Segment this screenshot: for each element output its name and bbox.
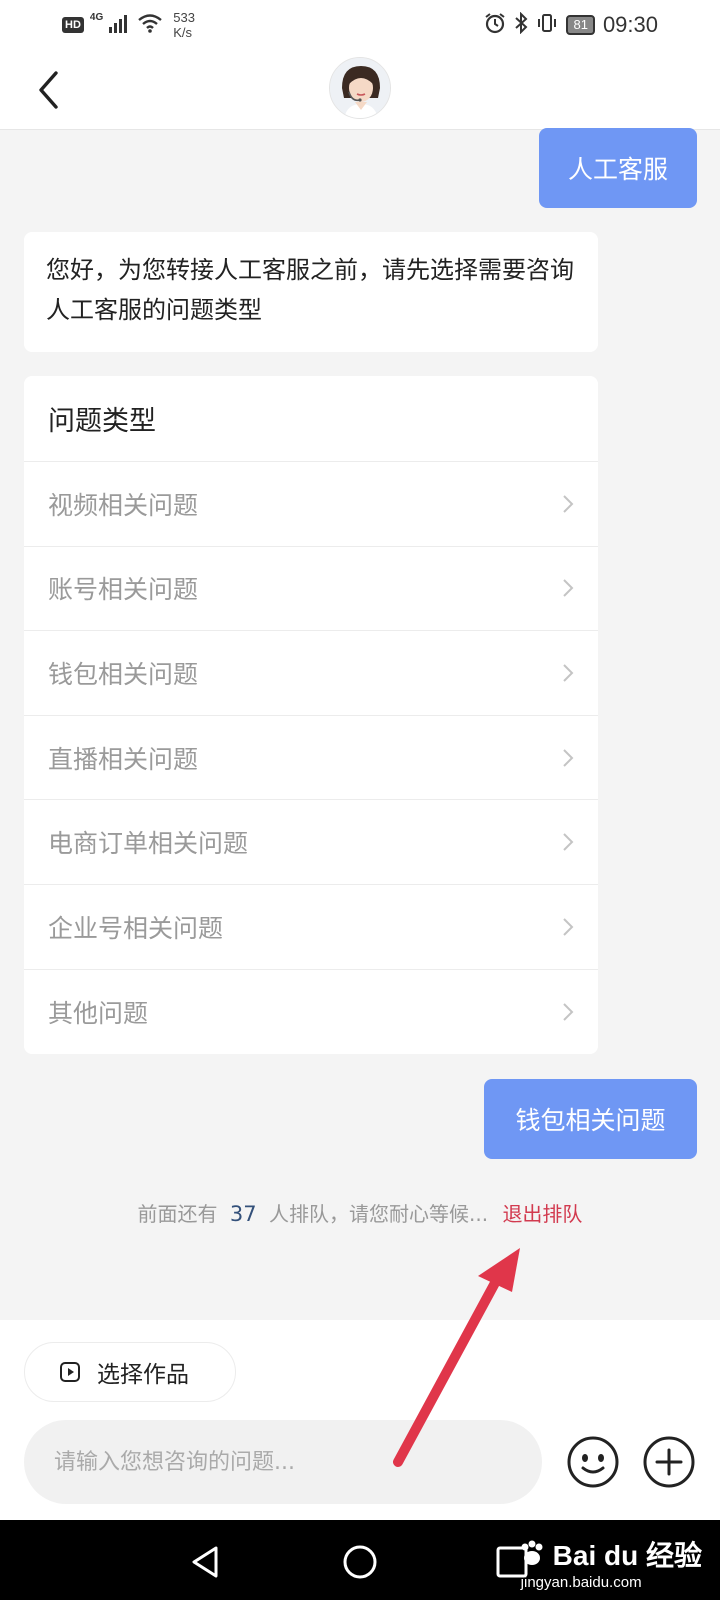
question-item-label: 电商订单相关问题: [48, 829, 249, 859]
bot-message-bubble: 您好，为您转接人工客服之前，请先选择需要咨询人工客服的问题类型: [24, 232, 598, 352]
emoji-button[interactable]: [565, 1434, 621, 1490]
chevron-right-icon: [563, 748, 574, 767]
watermark-logo-text: Bai du 经验: [552, 1540, 702, 1571]
baidu-jingyan-watermark: Bai du 经验 jingyan.baidu.com: [517, 1534, 702, 1591]
queue-count: 37: [229, 1202, 257, 1226]
message-input[interactable]: [24, 1420, 542, 1504]
question-item-ecommerce[interactable]: 电商订单相关问题: [24, 800, 598, 885]
hd-badge: HD: [62, 17, 84, 33]
user-selection-bubble: 钱包相关问题: [484, 1079, 697, 1159]
user-selection-text: 钱包相关问题: [515, 1106, 666, 1135]
question-item-account[interactable]: 账号相关问题: [24, 547, 598, 632]
plus-circle-icon: [643, 1436, 695, 1488]
chevron-right-icon: [563, 1003, 574, 1021]
bot-message-text: 您好，为您转接人工客服之前，请先选择需要咨询人工客服的问题类型: [46, 256, 574, 324]
status-bar: HD 4G 533 K/s 81 09:30: [0, 0, 720, 50]
queue-prefix: 前面还有: [137, 1202, 218, 1226]
chevron-right-icon: [563, 918, 574, 936]
input-area: 选择作品: [0, 1320, 720, 1520]
question-item-enterprise[interactable]: 企业号相关问题: [24, 885, 598, 970]
card-title: 问题类型: [24, 376, 598, 462]
customer-service-avatar[interactable]: [329, 57, 391, 119]
network-generation: 4G: [89, 12, 104, 23]
nav-back-button[interactable]: [186, 1542, 226, 1582]
plus-button[interactable]: [641, 1434, 697, 1490]
question-type-card: 问题类型 视频相关问题 账号相关问题 钱包相关问题 直播相关问题 电商订单相关问…: [24, 376, 598, 1054]
status-right: 81 09:30: [484, 10, 658, 40]
paw-icon: [521, 1540, 543, 1565]
speed-unit: K/s: [173, 25, 193, 40]
back-button[interactable]: [28, 65, 68, 115]
video-icon: [60, 1362, 80, 1382]
system-nav-bar: Bai du 经验 jingyan.baidu.com: [0, 1520, 720, 1600]
circle-home-icon: [343, 1545, 377, 1579]
chevron-right-icon: [563, 579, 574, 598]
question-item-label: 视频相关问题: [48, 490, 199, 520]
queue-suffix: 人排队，请您耐心等候...: [269, 1202, 489, 1226]
select-work-button[interactable]: 选择作品: [24, 1342, 236, 1402]
question-item-other[interactable]: 其他问题: [24, 970, 598, 1054]
queue-status: 前面还有 37 人排队，请您耐心等候... 退出排队: [0, 1198, 720, 1227]
question-item-label: 企业号相关问题: [48, 913, 224, 943]
exit-queue-link[interactable]: 退出排队: [502, 1202, 582, 1226]
question-item-label: 直播相关问题: [48, 744, 199, 774]
signal-icon: [109, 13, 131, 37]
question-item-label: 其他问题: [48, 998, 149, 1028]
bluetooth-icon: [514, 11, 528, 38]
question-item-label: 账号相关问题: [48, 575, 199, 605]
nav-home-button[interactable]: [340, 1542, 380, 1582]
battery-icon: 81: [566, 15, 595, 35]
chevron-right-icon: [563, 495, 574, 513]
question-item-label: 钱包相关问题: [48, 659, 199, 689]
triangle-back-icon: [192, 1546, 218, 1578]
emoji-icon: [567, 1436, 619, 1488]
watermark-logo: Bai du 经验: [517, 1534, 702, 1574]
select-work-label: 选择作品: [97, 1362, 189, 1388]
alarm-icon: [484, 12, 506, 38]
speed-value: 533: [173, 10, 195, 25]
chevron-right-icon: [563, 833, 574, 851]
chevron-left-icon: [39, 71, 58, 109]
chevron-right-icon: [563, 664, 574, 682]
question-item-video[interactable]: 视频相关问题: [24, 462, 598, 547]
wifi-icon: [137, 13, 163, 37]
status-left: HD 4G 533 K/s: [62, 10, 195, 40]
user-message-text: 人工客服: [567, 155, 668, 184]
user-message-bubble: 人工客服: [539, 128, 697, 208]
question-item-wallet[interactable]: 钱包相关问题: [24, 631, 598, 716]
question-item-live[interactable]: 直播相关问题: [24, 716, 598, 801]
vibrate-icon: [536, 12, 558, 38]
avatar-image: [330, 58, 390, 118]
watermark-url: jingyan.baidu.com: [520, 1574, 642, 1591]
clock: 09:30: [602, 12, 658, 37]
chat-header: [0, 50, 720, 130]
net-speed: 533 K/s: [173, 10, 195, 40]
